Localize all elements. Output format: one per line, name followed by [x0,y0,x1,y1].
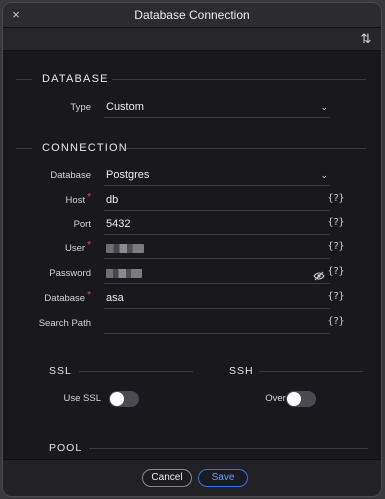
section-title: CONNECTION [42,142,128,154]
database-name-row: Database * asa {?} [3,289,381,309]
required-asterisk: * [87,290,91,301]
search-path-row: Search Path {?} [3,314,381,334]
use-ssl-label: Use SSL [63,393,102,404]
section-title: POOL [49,442,83,454]
database-type-label: Database [50,170,91,181]
host-label: Host * [65,192,91,206]
eye-slash-icon[interactable] [313,268,325,286]
variable-icon[interactable]: {?} [327,241,344,252]
password-value-redacted [106,264,142,283]
sort-arrows-icon[interactable]: ⇅ [359,31,373,47]
section-header-connection: CONNECTION [16,140,366,156]
form-content[interactable]: DATABASE Type Custom ⌄ CONNECTION Databa… [3,51,381,460]
variable-icon[interactable]: {?} [327,266,344,277]
close-icon[interactable]: × [9,8,23,22]
over-ssh-row: Over SSH [193,389,381,409]
variable-icon[interactable]: {?} [327,316,344,327]
divider [16,79,32,80]
title-bar: × Database Connection [3,3,381,28]
use-ssl-toggle[interactable] [109,391,139,407]
password-input[interactable] [104,264,330,284]
database-connection-window: × Database Connection ⇅ DATABASE Type Cu… [2,2,382,497]
section-header-database: DATABASE [16,71,366,87]
divider [126,148,366,149]
user-row: User * {?} [3,239,381,259]
variable-icon[interactable]: {?} [327,291,344,302]
over-ssh-toggle[interactable] [286,391,316,407]
port-input[interactable]: 5432 [104,215,330,235]
port-row: Port 5432 {?} [3,215,381,235]
password-row: Password {?} [3,264,381,284]
chevron-down-icon: ⌄ [320,170,328,180]
database-type-select[interactable]: Postgres ⌄ [104,166,330,186]
section-title: SSL [49,365,72,377]
toolbar: ⇅ [3,28,381,51]
user-value-redacted [106,239,144,258]
database-name-input[interactable]: asa [104,289,330,309]
user-input[interactable] [104,239,330,259]
password-label: Password [49,268,91,279]
database-name-value: asa [106,292,124,304]
divider [259,371,363,372]
cancel-button[interactable]: Cancel [142,469,192,487]
port-label: Port [73,219,91,230]
chevron-down-icon: ⌄ [320,102,328,112]
toggle-knob [287,392,301,406]
variable-icon[interactable]: {?} [327,217,344,228]
divider [112,79,366,80]
window-title: Database Connection [134,8,250,22]
section-header-ssh: SSH [203,364,363,378]
divider [79,371,193,372]
variable-icon[interactable]: {?} [327,193,344,204]
search-path-label: Search Path [38,318,91,329]
divider [89,448,368,449]
use-ssl-row: Use SSL [3,389,193,409]
database-type-row: Database Postgres ⌄ [3,166,381,186]
host-row: Host * db {?} [3,191,381,211]
section-title: DATABASE [42,73,109,85]
type-select[interactable]: Custom ⌄ [104,98,330,118]
section-header-pool: POOL [23,441,368,455]
type-label: Type [70,102,91,113]
section-header-ssl: SSL [23,364,193,378]
user-label: User * [65,240,91,254]
divider [16,148,32,149]
host-value: db [106,194,119,206]
database-name-label: Database * [44,290,91,304]
toggle-knob [110,392,124,406]
save-button[interactable]: Save [198,469,248,487]
dialog-footer: Cancel Save [3,459,381,496]
section-title: SSH [229,365,254,377]
required-asterisk: * [87,192,91,203]
host-input[interactable]: db [104,191,330,211]
type-value: Custom [106,101,144,113]
search-path-input[interactable] [104,314,330,334]
required-asterisk: * [87,240,91,251]
port-value: 5432 [106,218,131,230]
database-type-value: Postgres [106,169,150,181]
type-row: Type Custom ⌄ [3,98,381,118]
